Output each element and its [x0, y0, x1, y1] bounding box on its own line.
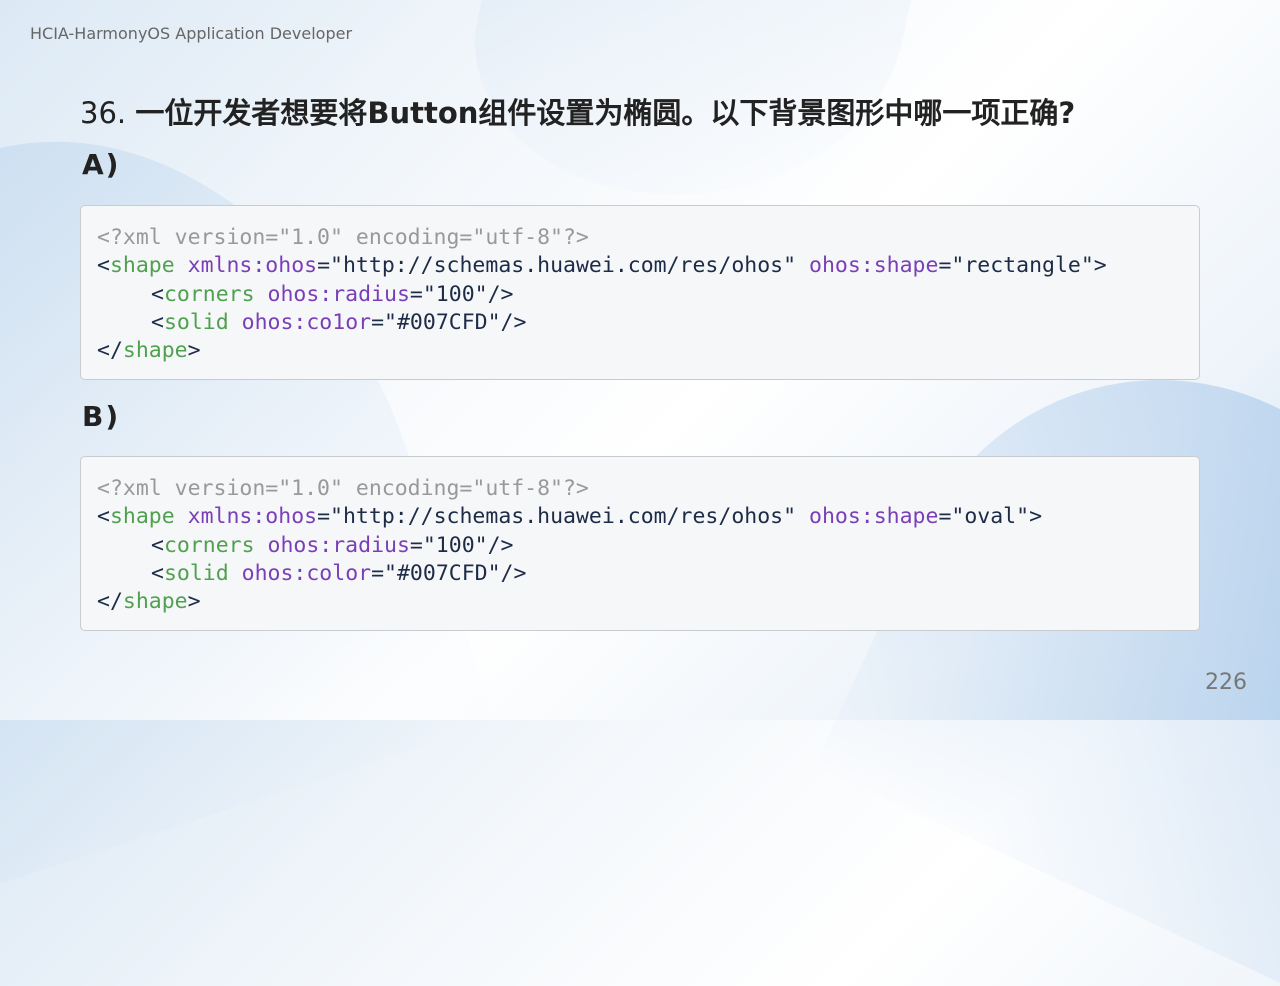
attr-name: ohos:shape: [809, 253, 939, 279]
code-line: <solid ohos:co1or="#007CFD"/>: [151, 309, 527, 335]
code-line: <solid ohos:color="#007CFD"/>: [151, 560, 527, 586]
code-line: <?xml version="1.0" encoding="utf-8"?>: [97, 224, 1199, 252]
tag-name: shape: [122, 589, 188, 615]
attr-value: "http://schemas.huawei.com/res/ohos": [330, 253, 797, 279]
tag-name: corners: [163, 281, 255, 307]
option-a-code-block: <?xml version="1.0" encoding="utf-8"?> <s…: [80, 205, 1200, 380]
code-line: <corners ohos:radius="100"/>: [151, 532, 514, 558]
attr-value: "100": [422, 532, 488, 558]
attr-name: xmlns:ohos: [187, 504, 318, 530]
attr-name: ohos:color: [241, 560, 372, 586]
attr-value: "100": [422, 281, 488, 307]
attr-name: ohos:shape: [809, 504, 939, 530]
tag-name: shape: [109, 504, 175, 530]
tag-name: solid: [163, 309, 229, 335]
background-decoration: [814, 294, 1280, 986]
attr-name: xmlns:ohos: [187, 253, 318, 279]
tag-name: corners: [163, 532, 255, 558]
tag-name: shape: [122, 338, 188, 364]
attr-value: "http://schemas.huawei.com/res/ohos": [330, 504, 797, 530]
attr-value: "oval": [951, 504, 1030, 530]
attr-value: "#007CFD": [384, 309, 501, 335]
xml-declaration: <?xml version="1.0" encoding="utf-8"?>: [97, 225, 589, 250]
code-line: <corners ohos:radius="100"/>: [151, 281, 514, 307]
attr-value: "#007CFD": [384, 560, 501, 586]
attr-value: "rectangle": [951, 253, 1094, 279]
tag-name: solid: [163, 560, 229, 586]
code-line: <?xml version="1.0" encoding="utf-8"?>: [97, 475, 1199, 503]
attr-name: ohos:radius: [267, 532, 410, 558]
question-number: 36.: [80, 96, 127, 130]
xml-declaration: <?xml version="1.0" encoding="utf-8"?>: [97, 476, 589, 501]
slide-header: HCIA-HarmonyOS Application Developer: [30, 24, 353, 43]
code-line: <shape xmlns:ohos="http://schemas.huawei…: [97, 504, 1043, 530]
option-a-label: A): [82, 148, 121, 181]
question-title: 36. 一位开发者想要将Button组件设置为椭圆。以下背景图形中哪一项正确?: [80, 90, 1075, 132]
page-number: 226: [1205, 670, 1247, 695]
attr-name: ohos:co1or: [241, 309, 372, 335]
question-text: 一位开发者想要将Button组件设置为椭圆。以下背景图形中哪一项正确?: [135, 96, 1076, 130]
tag-name: shape: [109, 253, 175, 279]
code-line: <shape xmlns:ohos="http://schemas.huawei…: [97, 253, 1107, 279]
code-line: </shape>: [97, 589, 201, 615]
code-line: </shape>: [97, 338, 201, 364]
option-b-code-block: <?xml version="1.0" encoding="utf-8"?> <s…: [80, 456, 1200, 631]
attr-name: ohos:radius: [267, 281, 410, 307]
option-b-label: B): [82, 400, 121, 433]
